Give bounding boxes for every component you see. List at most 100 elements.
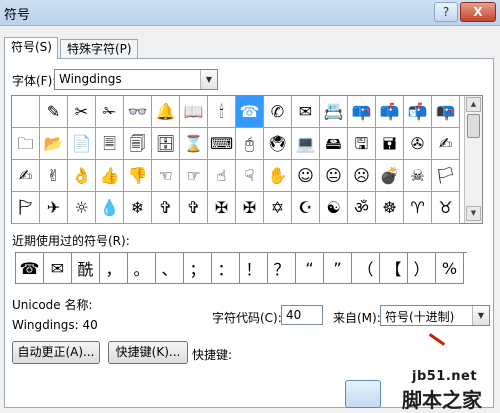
- symbol-cell[interactable]: ✞: [152, 192, 180, 224]
- symbol-cell[interactable]: 📭: [432, 96, 460, 128]
- symbol-cell[interactable]: 🔔: [152, 96, 180, 128]
- symbol-cell[interactable]: 👌: [68, 160, 96, 192]
- tab-special-characters[interactable]: 特殊字符(P): [60, 39, 138, 58]
- symbol-cell[interactable]: 📫: [376, 96, 404, 128]
- symbol-cell[interactable]: 🖫: [348, 128, 376, 160]
- symbol-cell[interactable]: 🗐: [124, 128, 152, 160]
- scroll-thumb[interactable]: [467, 114, 480, 138]
- shortcut-key-button[interactable]: 快捷键(K)...: [108, 341, 188, 364]
- recent-symbol-cell[interactable]: ；: [184, 253, 212, 284]
- symbol-cell[interactable]: 👍: [96, 160, 124, 192]
- recent-symbol-cell[interactable]: 、: [156, 253, 184, 284]
- symbol-cell[interactable]: 📂: [40, 128, 68, 160]
- help-button[interactable]: ?: [434, 2, 458, 22]
- symbol-cell[interactable]: ✋: [264, 160, 292, 192]
- symbol-cell[interactable]: ☺: [292, 160, 320, 192]
- symbol-cell[interactable]: 👓: [124, 96, 152, 128]
- symbol-cell[interactable]: 💣: [376, 160, 404, 192]
- insert-button[interactable]: [345, 380, 381, 408]
- symbol-cell[interactable]: ✇: [404, 128, 432, 160]
- symbol-cell[interactable]: ✡: [264, 192, 292, 224]
- symbol-cell[interactable]: ✎: [40, 96, 68, 128]
- symbol-cell[interactable]: 🗏: [96, 128, 124, 160]
- recent-symbol-cell[interactable]: 。: [128, 253, 156, 284]
- symbol-cell[interactable]: ♈: [404, 192, 432, 224]
- symbol-cell[interactable]: ✉: [292, 96, 320, 128]
- symbol-cell[interactable]: 📄: [68, 128, 96, 160]
- symbol-cell[interactable]: 🕯: [208, 96, 236, 128]
- recent-symbol-cell[interactable]: ，: [100, 253, 128, 284]
- recent-symbol-cell[interactable]: ？: [268, 253, 296, 284]
- recent-symbol-cell[interactable]: ）: [408, 253, 436, 284]
- symbol-cell[interactable]: 🖴: [320, 128, 348, 160]
- from-label: 来自(M):: [333, 311, 381, 325]
- symbol-cell[interactable]: ☯: [320, 192, 348, 224]
- recent-symbol-cell[interactable]: ✉: [44, 253, 72, 284]
- symbol-cell[interactable]: ✠: [236, 192, 264, 224]
- scroll-down-icon[interactable]: ▼: [466, 206, 481, 221]
- symbol-cell[interactable]: ✞: [180, 192, 208, 224]
- symbol-cell[interactable]: ॐ: [348, 192, 376, 224]
- tab-symbols[interactable]: 符号(S): [4, 37, 58, 59]
- recent-symbols-label: 近期使用过的符号(R):: [12, 234, 130, 248]
- recent-symbol-cell[interactable]: “: [296, 253, 324, 284]
- from-select[interactable]: 符号(十进制) ▼: [380, 305, 490, 326]
- recent-symbol-cell[interactable]: ☎: [16, 253, 44, 284]
- symbol-cell[interactable]: ☸: [376, 192, 404, 224]
- symbol-cell[interactable]: ☹: [348, 160, 376, 192]
- symbol-cell[interactable]: ❄: [124, 192, 152, 224]
- symbol-cell[interactable]: ✠: [208, 192, 236, 224]
- symbol-cell[interactable]: 📖: [180, 96, 208, 128]
- chevron-down-icon[interactable]: ▼: [472, 306, 489, 325]
- symbol-cell[interactable]: 🖰: [236, 128, 264, 160]
- symbol-cell[interactable]: 🖬: [376, 128, 404, 160]
- symbol-cell[interactable]: ✂: [68, 96, 96, 128]
- symbol-cell[interactable]: 📬: [404, 96, 432, 128]
- symbol-cell[interactable]: ☟: [236, 160, 264, 192]
- symbol-cell[interactable]: 🗀: [12, 128, 40, 160]
- symbol-cell[interactable]: 💻: [292, 128, 320, 160]
- symbol-cell[interactable]: ✍: [432, 128, 460, 160]
- symbol-cell[interactable]: ✁: [96, 96, 124, 128]
- symbol-cell[interactable]: 📪: [348, 96, 376, 128]
- symbol-cell[interactable]: ☝: [208, 160, 236, 192]
- symbol-cell[interactable]: ✆: [264, 96, 292, 128]
- recent-symbol-cell[interactable]: 酰: [72, 253, 100, 284]
- recent-symbols-list: ☎ ✉ 酰，。、；：！？ “” （【）%: [15, 252, 467, 284]
- symbol-cell[interactable]: ☎: [236, 96, 264, 128]
- symbol-cell[interactable]: 💧: [96, 192, 124, 224]
- symbol-cell[interactable]: [12, 96, 40, 128]
- recent-symbol-cell[interactable]: %: [436, 253, 464, 284]
- symbol-cell[interactable]: ✌: [40, 160, 68, 192]
- symbol-cell[interactable]: ⌛: [180, 128, 208, 160]
- recent-symbol-cell[interactable]: ：: [212, 253, 240, 284]
- recent-symbol-cell[interactable]: ！: [240, 253, 268, 284]
- shortcut-label: 快捷键:: [192, 348, 233, 362]
- symbol-cell[interactable]: 🖲: [264, 128, 292, 160]
- symbol-cell[interactable]: 🗄: [152, 128, 180, 160]
- symbol-cell[interactable]: ⌨: [208, 128, 236, 160]
- font-select[interactable]: Wingdings ▼: [54, 69, 218, 90]
- autocorrect-button[interactable]: 自动更正(A)...: [12, 341, 100, 364]
- symbol-cell[interactable]: ✈: [40, 192, 68, 224]
- symbol-cell[interactable]: 📇: [320, 96, 348, 128]
- char-code-input[interactable]: 40: [281, 305, 323, 325]
- symbol-cell[interactable]: 🏳: [432, 160, 460, 192]
- symbol-cell[interactable]: ✍: [12, 160, 40, 192]
- symbol-grid-scrollbar[interactable]: ▲ ▼: [464, 96, 482, 223]
- symbol-cell[interactable]: ☪: [292, 192, 320, 224]
- recent-symbol-cell[interactable]: ”: [324, 253, 352, 284]
- recent-symbol-cell[interactable]: 【: [380, 253, 408, 284]
- symbol-cell[interactable]: 👎: [124, 160, 152, 192]
- close-button[interactable]: X: [460, 2, 496, 22]
- symbol-cell[interactable]: ♉: [432, 192, 460, 224]
- symbol-cell[interactable]: 🏱: [12, 192, 40, 224]
- symbol-cell[interactable]: 😐: [320, 160, 348, 192]
- symbol-cell[interactable]: ☼: [68, 192, 96, 224]
- scroll-up-icon[interactable]: ▲: [466, 97, 481, 112]
- symbol-cell[interactable]: ☞: [180, 160, 208, 192]
- symbol-cell[interactable]: ☠: [404, 160, 432, 192]
- recent-symbol-cell[interactable]: （: [352, 253, 380, 284]
- symbol-cell[interactable]: ☜: [152, 160, 180, 192]
- chevron-down-icon[interactable]: ▼: [200, 70, 217, 89]
